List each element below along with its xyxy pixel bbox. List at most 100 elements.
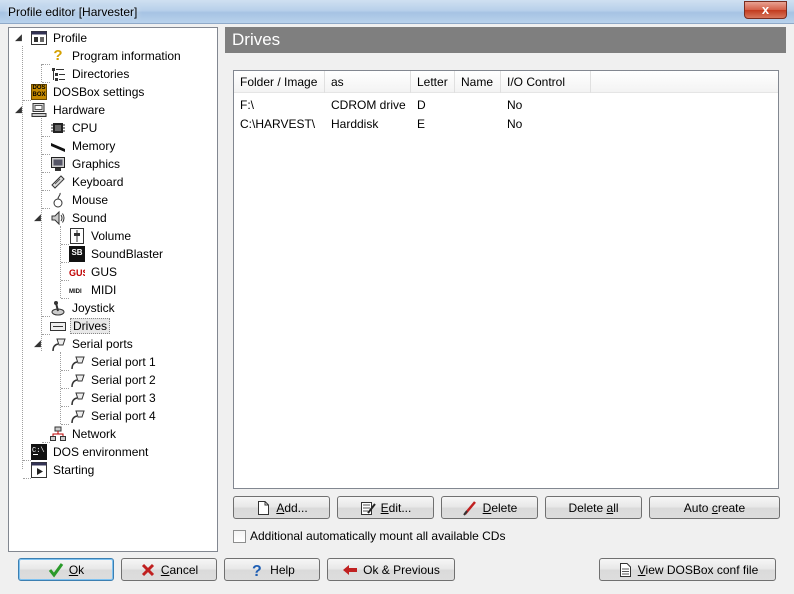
tree-item-midi[interactable]: MIDI MIDI (69, 281, 118, 299)
column-folder-image[interactable]: Folder / Image (234, 71, 325, 93)
tree-item-starting[interactable]: Starting (31, 461, 96, 479)
drives-list[interactable]: Folder / Image as Letter Name I/O Contro… (233, 70, 779, 489)
delete-all-button[interactable]: Delete all (545, 496, 642, 519)
computer-icon (31, 102, 47, 118)
question-icon: ? (53, 47, 63, 64)
serial-icon (69, 390, 85, 406)
tree-item-profile[interactable]: Profile (31, 29, 89, 47)
cell-name (455, 95, 461, 115)
svg-text:MIDI: MIDI (69, 289, 82, 295)
joystick-icon (50, 300, 66, 316)
memory-icon (50, 138, 66, 154)
tree-item-serial-ports[interactable]: Serial ports (50, 335, 135, 353)
column-name[interactable]: Name (455, 71, 501, 93)
mount-all-cds-option[interactable]: Additional automatically mount all avail… (233, 528, 505, 544)
directories-icon (50, 66, 66, 82)
document-icon (617, 562, 633, 578)
tree-item-memory[interactable]: Memory (50, 137, 117, 155)
tree-item-drives[interactable]: Drives (50, 317, 111, 335)
table-row[interactable]: C:\HARVEST\ Harddisk E No (234, 114, 778, 134)
mouse-icon (50, 192, 66, 208)
profile-icon (31, 30, 47, 46)
help-button[interactable]: ? Help (224, 558, 320, 581)
tree-item-directories[interactable]: Directories (50, 65, 131, 83)
edit-button[interactable]: Edit... (337, 496, 434, 519)
mount-all-cds-label: Additional automatically mount all avail… (250, 529, 506, 543)
gus-icon: GUS (69, 264, 89, 280)
tree-item-serial-port-4[interactable]: Serial port 4 (69, 407, 158, 425)
tree-item-joystick[interactable]: Joystick (50, 299, 117, 317)
svg-text:GUS: GUS (69, 268, 85, 278)
cell-name (455, 114, 461, 134)
drives-list-header: Folder / Image as Letter Name I/O Contro… (234, 71, 778, 93)
table-row[interactable]: F:\ CDROM drive D No (234, 95, 778, 115)
arrow-left-icon (342, 562, 358, 578)
delete-button[interactable]: Delete (441, 496, 538, 519)
checkmark-icon (48, 562, 64, 578)
speaker-icon (50, 210, 66, 226)
cell-as: CDROM drive (331, 98, 406, 112)
serial-icon (69, 408, 85, 424)
cell-letter: E (417, 117, 426, 131)
tree-item-soundblaster[interactable]: SB SoundBlaster (69, 245, 165, 263)
svg-text:C:\: C:\ (32, 447, 45, 455)
title-bar[interactable]: Profile editor [Harvester] x (0, 0, 794, 24)
tree-item-program-information[interactable]: ? Program information (50, 47, 183, 65)
network-icon (50, 426, 66, 442)
help-icon: ? (249, 562, 265, 580)
midi-icon: MIDI (69, 282, 85, 298)
auto-create-button[interactable]: Auto create (649, 496, 780, 519)
ok-button[interactable]: Ok (18, 558, 114, 581)
tree-item-dosbox-settings[interactable]: DOS BOX DOSBox settings (31, 83, 146, 101)
cpu-icon (50, 120, 66, 136)
dosbox-icon: DOS BOX (31, 84, 47, 100)
column-letter[interactable]: Letter (411, 71, 455, 93)
collapse-hardware-icon[interactable]: ◢ (14, 105, 23, 114)
new-document-icon (255, 500, 271, 516)
cell-folder: F:\ (240, 98, 254, 112)
tree-item-gus[interactable]: GUS GUS (69, 263, 119, 281)
tree-item-mouse[interactable]: Mouse (50, 191, 110, 209)
start-icon (31, 462, 47, 478)
close-button[interactable]: x (744, 1, 787, 19)
soundblaster-icon: SB (69, 246, 85, 262)
drive-icon (50, 318, 66, 334)
cell-io-control: No (507, 98, 523, 112)
column-io-control[interactable]: I/O Control (501, 71, 591, 93)
cross-icon (140, 562, 156, 578)
serial-icon (69, 372, 85, 388)
edit-document-icon (360, 500, 376, 516)
tree-item-dos-environment[interactable]: C:\ DOS environment (31, 443, 150, 461)
tree-item-serial-port-2[interactable]: Serial port 2 (69, 371, 158, 389)
cell-io-control: No (507, 117, 523, 131)
tree-item-graphics[interactable]: Graphics (50, 155, 122, 173)
keyboard-icon (50, 174, 66, 190)
tree-item-cpu[interactable]: CPU (50, 119, 99, 137)
tree-item-sound[interactable]: Sound (50, 209, 109, 227)
ok-previous-button[interactable]: Ok & Previous (327, 558, 455, 581)
collapse-sound-icon[interactable]: ◢ (33, 213, 42, 222)
monitor-icon (50, 156, 66, 172)
cell-folder: C:\HARVEST\ (240, 117, 316, 131)
tree-item-keyboard[interactable]: Keyboard (50, 173, 125, 191)
tree-item-serial-port-1[interactable]: Serial port 1 (69, 353, 158, 371)
add-button[interactable]: Add... (233, 496, 330, 519)
tree-item-serial-port-3[interactable]: Serial port 3 (69, 389, 158, 407)
serial-icon (69, 354, 85, 370)
tree-item-hardware[interactable]: Hardware (31, 101, 107, 119)
dos-prompt-icon: C:\ (31, 444, 47, 460)
window-title: Profile editor [Harvester] (8, 5, 138, 19)
tree-item-network[interactable]: Network (50, 425, 118, 443)
cancel-button[interactable]: Cancel (121, 558, 217, 581)
view-dosbox-conf-button[interactable]: View DOSBox conf file (599, 558, 776, 581)
tree-item-volume[interactable]: Volume (69, 227, 133, 245)
collapse-serial-ports-icon[interactable]: ◢ (33, 339, 42, 348)
column-as[interactable]: as (325, 71, 411, 93)
collapse-profile-icon[interactable]: ◢ (14, 33, 23, 42)
profile-tree[interactable]: ◢ ◢ ◢ ◢ Profile ? Program information Di… (8, 27, 218, 552)
cell-letter: D (417, 98, 426, 112)
volume-icon (69, 228, 85, 244)
eraser-icon (462, 500, 478, 516)
mount-all-cds-checkbox[interactable] (233, 529, 246, 543)
cell-as: Harddisk (331, 117, 379, 131)
